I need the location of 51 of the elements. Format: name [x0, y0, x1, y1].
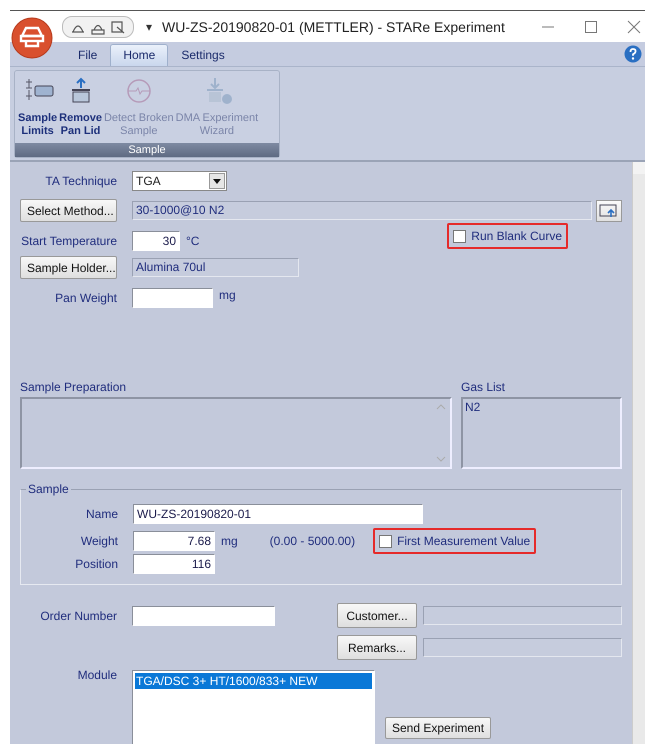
field-label: Position	[74, 557, 118, 571]
list-item[interactable]: N2	[465, 400, 618, 414]
input-field[interactable]	[132, 606, 275, 626]
button[interactable]: Remarks...	[337, 635, 417, 660]
scrollbar[interactable]	[632, 162, 645, 744]
unit-label: °C	[186, 234, 200, 248]
close-icon[interactable]	[627, 20, 641, 34]
list-item[interactable]: TGA/DSC 3+ HT/1600/833+ NEW	[135, 673, 372, 689]
maximize-icon[interactable]	[584, 20, 598, 34]
input-field[interactable]: 116	[133, 554, 215, 574]
checkbox[interactable]	[453, 230, 466, 242]
unit-label: mg	[219, 288, 236, 302]
dropdown[interactable]: TGA	[132, 171, 227, 191]
field-label: Weight	[80, 534, 118, 548]
field-label: Gas List	[461, 380, 506, 396]
field-label: Pan Weight	[54, 291, 117, 305]
read-only-field: Alumina 70ul	[132, 258, 299, 277]
button[interactable]: Select Method...	[20, 199, 117, 222]
unit-label: mg	[221, 534, 238, 548]
range-hint: (0.00 - 5000.00)	[270, 534, 356, 548]
field-label: Order Number	[39, 608, 117, 622]
ribbon-tab[interactable]: Settings	[169, 45, 237, 66]
window-title: WU-ZS-20190820-01 (METTLER) - STARe Experiment	[162, 18, 505, 34]
input-field[interactable]: WU-ZS-20190820-01	[133, 504, 423, 524]
button[interactable]: Sample Holder...	[20, 256, 117, 279]
read-only-field: 30-1000@10 N2	[132, 201, 592, 220]
ribbon-tab[interactable]: File	[66, 45, 110, 66]
ribbon-tab[interactable]: Home	[110, 44, 168, 66]
button[interactable]: Send Experiment	[385, 717, 492, 739]
button[interactable]: Customer...	[337, 603, 417, 628]
field-label: Sample Preparation	[20, 380, 128, 396]
checkbox-label: Run Blank Curve	[471, 229, 562, 243]
group-title: Sample	[26, 482, 71, 496]
gas-list[interactable]: N2	[461, 397, 622, 469]
checkbox[interactable]	[379, 534, 392, 548]
checkbox-label: First Measurement Value	[397, 534, 530, 548]
help-icon[interactable]	[624, 45, 642, 63]
dropdown-arrow[interactable]: ▾	[146, 20, 152, 34]
open-window-icon	[599, 204, 619, 218]
ribbon-button[interactable]: Remove Pan Lid	[58, 76, 103, 143]
input-field[interactable]: 7.68	[133, 531, 215, 551]
input-field[interactable]	[132, 288, 213, 308]
module-list[interactable]: TGA/DSC 3+ HT/1600/833+ NEW	[132, 670, 375, 744]
field-label: Start Temperature	[20, 234, 117, 248]
field-label: Module	[76, 668, 117, 682]
open-button[interactable]	[596, 200, 622, 222]
input-field[interactable]: 30	[132, 231, 180, 251]
group-label: Sample	[15, 143, 279, 157]
field-label: TA Technique	[44, 174, 117, 188]
field-label: Name	[84, 507, 118, 521]
ribbon-button[interactable]: Sample Limits	[17, 76, 58, 143]
